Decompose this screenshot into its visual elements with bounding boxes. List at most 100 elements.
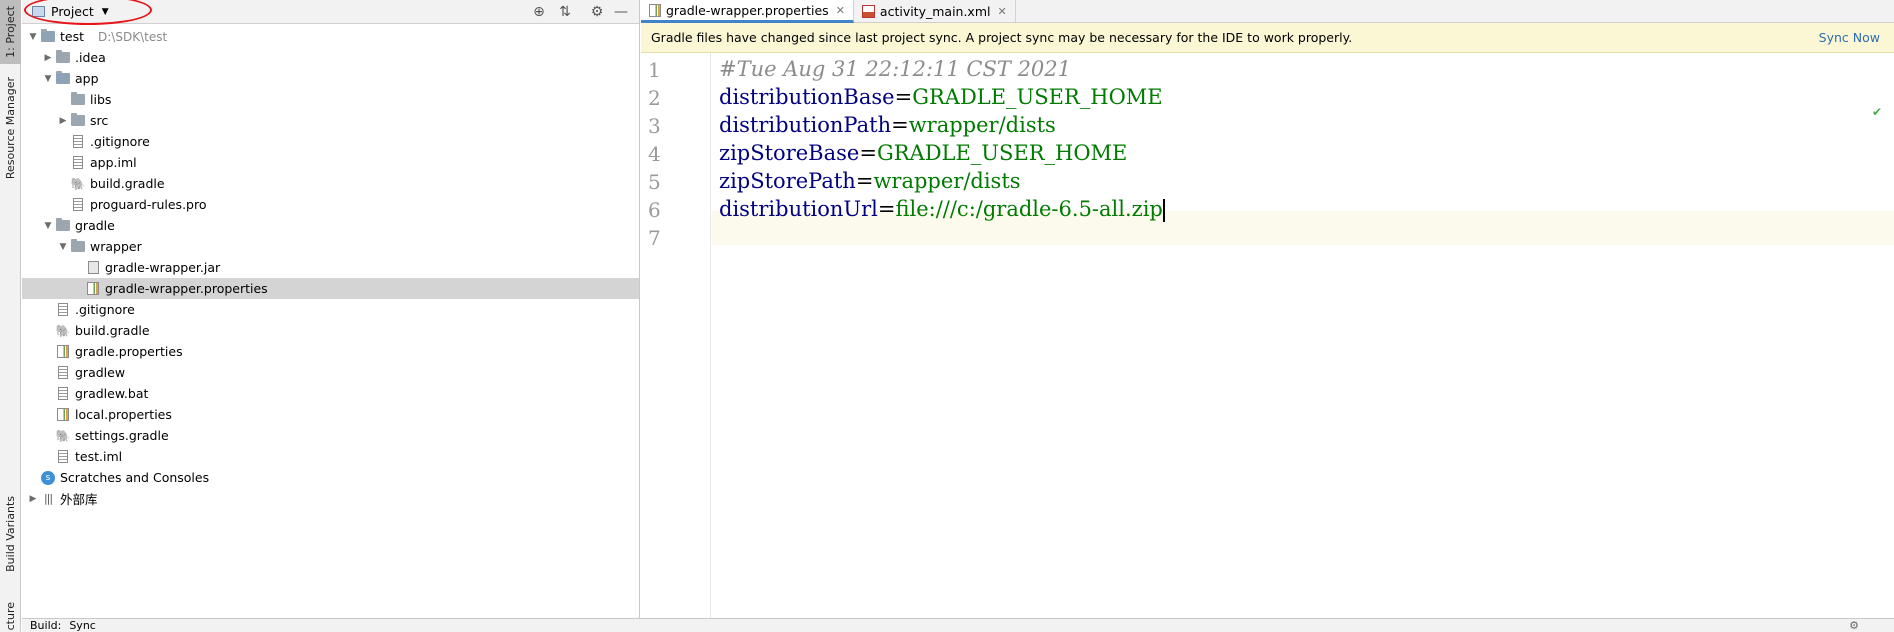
property-value: GRADLE_USER_HOME xyxy=(912,85,1163,109)
project-view-selector[interactable]: Project ▼ xyxy=(22,0,152,25)
text-file-icon xyxy=(55,365,71,381)
line-number: 6 xyxy=(648,198,661,222)
equals-sign: = xyxy=(859,141,877,165)
resource-manager-tool-tab[interactable]: Resource Manager xyxy=(0,76,21,181)
properties-icon xyxy=(55,407,71,423)
collapse-all-icon[interactable]: ⇅ xyxy=(556,3,574,21)
expand-arrow-open-icon[interactable]: ▼ xyxy=(41,221,55,231)
property-key: distributionBase xyxy=(719,85,895,109)
properties-icon xyxy=(85,281,101,297)
tree-item[interactable]: ▶ .idea xyxy=(22,47,639,68)
project-tool-tab-label: 1: Project xyxy=(4,6,17,58)
expand-arrow-icon[interactable]: ▶ xyxy=(56,116,70,126)
code-comment: #Tue Aug 31 22:12:11 CST 2021 xyxy=(719,57,1072,81)
code-editor[interactable]: 1 2 3 4 5 6 7 #Tue Aug 31 22:12:11 CST 2021 dis… xyxy=(641,53,1894,618)
build-variants-tool-tab[interactable]: Build Variants xyxy=(0,488,21,580)
tree-item-label: gradle-wrapper.properties xyxy=(105,281,268,296)
tab-label: gradle-wrapper.properties xyxy=(666,2,829,18)
tab-gradle-wrapper-properties[interactable]: gradle-wrapper.properties ✕ xyxy=(641,0,854,23)
tree-item[interactable]: ▶libs xyxy=(22,89,639,110)
gradle-icon: 🐘 xyxy=(55,323,71,338)
expand-arrow-open-icon[interactable]: ▼ xyxy=(56,242,70,252)
tree-item-label: 外部库 xyxy=(60,492,98,507)
property-value: wrapper/dists xyxy=(908,113,1056,137)
sync-tab-label[interactable]: Sync xyxy=(69,619,96,632)
folder-icon xyxy=(55,50,71,66)
locate-file-icon[interactable]: ⊕ xyxy=(530,3,548,21)
tree-item-label: gradle xyxy=(75,218,115,233)
gear-icon[interactable]: ⚙ xyxy=(1849,619,1859,632)
properties-icon xyxy=(55,344,71,360)
tree-item-label: src xyxy=(90,113,109,128)
tree-item-label: app.iml xyxy=(90,155,137,170)
module-folder-icon xyxy=(40,29,56,45)
close-icon[interactable]: ✕ xyxy=(997,5,1006,18)
tree-item[interactable]: ▼ test D:\SDK\test xyxy=(22,26,639,47)
sync-now-link[interactable]: Sync Now xyxy=(1819,30,1880,45)
gear-icon[interactable]: ⚙ xyxy=(588,3,606,21)
line-number: 1 xyxy=(648,58,661,82)
project-tool-tab[interactable]: 1: Project xyxy=(0,0,21,64)
tree-item-label: gradlew.bat xyxy=(75,386,149,401)
tree-item[interactable]: ▶sScratches and Consoles xyxy=(22,467,639,488)
property-value: wrapper/dists xyxy=(873,169,1021,193)
tree-item-label: gradle.properties xyxy=(75,344,183,359)
tab-label: activity_main.xml xyxy=(879,4,991,19)
tree-item[interactable]: ▶ ||| 外部库 xyxy=(22,488,639,509)
expand-arrow-icon[interactable]: ▶ xyxy=(26,494,40,504)
property-key: zipStoreBase xyxy=(719,141,860,165)
line-number: 2 xyxy=(648,86,661,110)
tree-item[interactable]: ▶proguard-rules.pro xyxy=(22,194,639,215)
tree-item[interactable]: ▼ gradle xyxy=(22,215,639,236)
bottom-tool-bar: Build: Sync ⚙ xyxy=(22,618,1894,632)
tree-item[interactable]: ▶.gitignore xyxy=(22,299,639,320)
tree-item[interactable]: ▶🐘settings.gradle xyxy=(22,425,639,446)
equals-sign: = xyxy=(891,113,909,137)
folder-icon xyxy=(70,239,86,255)
tool-window-strip: 1: Project Resource Manager Build Varian… xyxy=(0,0,21,632)
tree-item-label: Scratches and Consoles xyxy=(60,470,210,485)
build-variants-tab-label: Build Variants xyxy=(4,496,17,572)
code-line: distributionUrl=file:///c:/gradle-6.5-al… xyxy=(719,197,1165,222)
tree-item[interactable]: ▶gradle.properties xyxy=(22,341,639,362)
expand-arrow-icon[interactable]: ▶ xyxy=(41,53,55,63)
editor-tab-bar: gradle-wrapper.properties ✕ activity_mai… xyxy=(641,0,1894,23)
project-panel: Project ▼ ⊕ ⇅ ⚙ — ▼ test D:\SDK\test ▶ .idea… xyxy=(22,0,640,618)
folder-icon xyxy=(70,113,86,129)
editor-area: gradle-wrapper.properties ✕ activity_mai… xyxy=(641,0,1894,618)
tree-item-label: .gitignore xyxy=(90,134,150,149)
tree-item[interactable]: ▶ src xyxy=(22,110,639,131)
minimize-icon[interactable]: — xyxy=(612,3,630,21)
text-file-icon xyxy=(70,134,86,150)
tree-item[interactable]: ▼ app xyxy=(22,68,639,89)
tree-item-label: .idea xyxy=(75,50,106,65)
tree-item[interactable]: ▶gradle-wrapper.properties xyxy=(22,278,639,299)
tab-activity-main-xml[interactable]: activity_main.xml ✕ xyxy=(854,0,1016,23)
property-key: zipStorePath xyxy=(719,169,856,193)
text-file-icon xyxy=(55,302,71,318)
tree-item[interactable]: ▶app.iml xyxy=(22,152,639,173)
tree-item[interactable]: ▶gradlew.bat xyxy=(22,383,639,404)
tree-item-label: test xyxy=(60,29,85,44)
jar-icon xyxy=(85,260,101,276)
build-tab-label[interactable]: Build: xyxy=(30,619,61,632)
tree-item[interactable]: ▶gradle-wrapper.jar xyxy=(22,257,639,278)
text-file-icon xyxy=(70,197,86,213)
tree-item[interactable]: ▶.gitignore xyxy=(22,131,639,152)
tree-item-label: app xyxy=(75,71,99,86)
tree-item[interactable]: ▶🐘build.gradle xyxy=(22,320,639,341)
tree-item[interactable]: ▶gradlew xyxy=(22,362,639,383)
tree-item-label: gradle-wrapper.jar xyxy=(105,260,221,275)
tree-item[interactable]: ▶local.properties xyxy=(22,404,639,425)
line-number: 3 xyxy=(648,114,661,138)
code-line: #Tue Aug 31 22:12:11 CST 2021 xyxy=(719,57,1071,81)
expand-arrow-open-icon[interactable]: ▼ xyxy=(26,32,40,42)
close-icon[interactable]: ✕ xyxy=(836,4,845,17)
tree-item[interactable]: ▶🐘build.gradle xyxy=(22,173,639,194)
line-number: 5 xyxy=(648,170,661,194)
tree-item[interactable]: ▶test.iml xyxy=(22,446,639,467)
expand-arrow-open-icon[interactable]: ▼ xyxy=(41,74,55,84)
tree-item[interactable]: ▼ wrapper xyxy=(22,236,639,257)
tree-item-label: test.iml xyxy=(75,449,123,464)
structure-tool-tab[interactable]: cture xyxy=(0,600,21,632)
